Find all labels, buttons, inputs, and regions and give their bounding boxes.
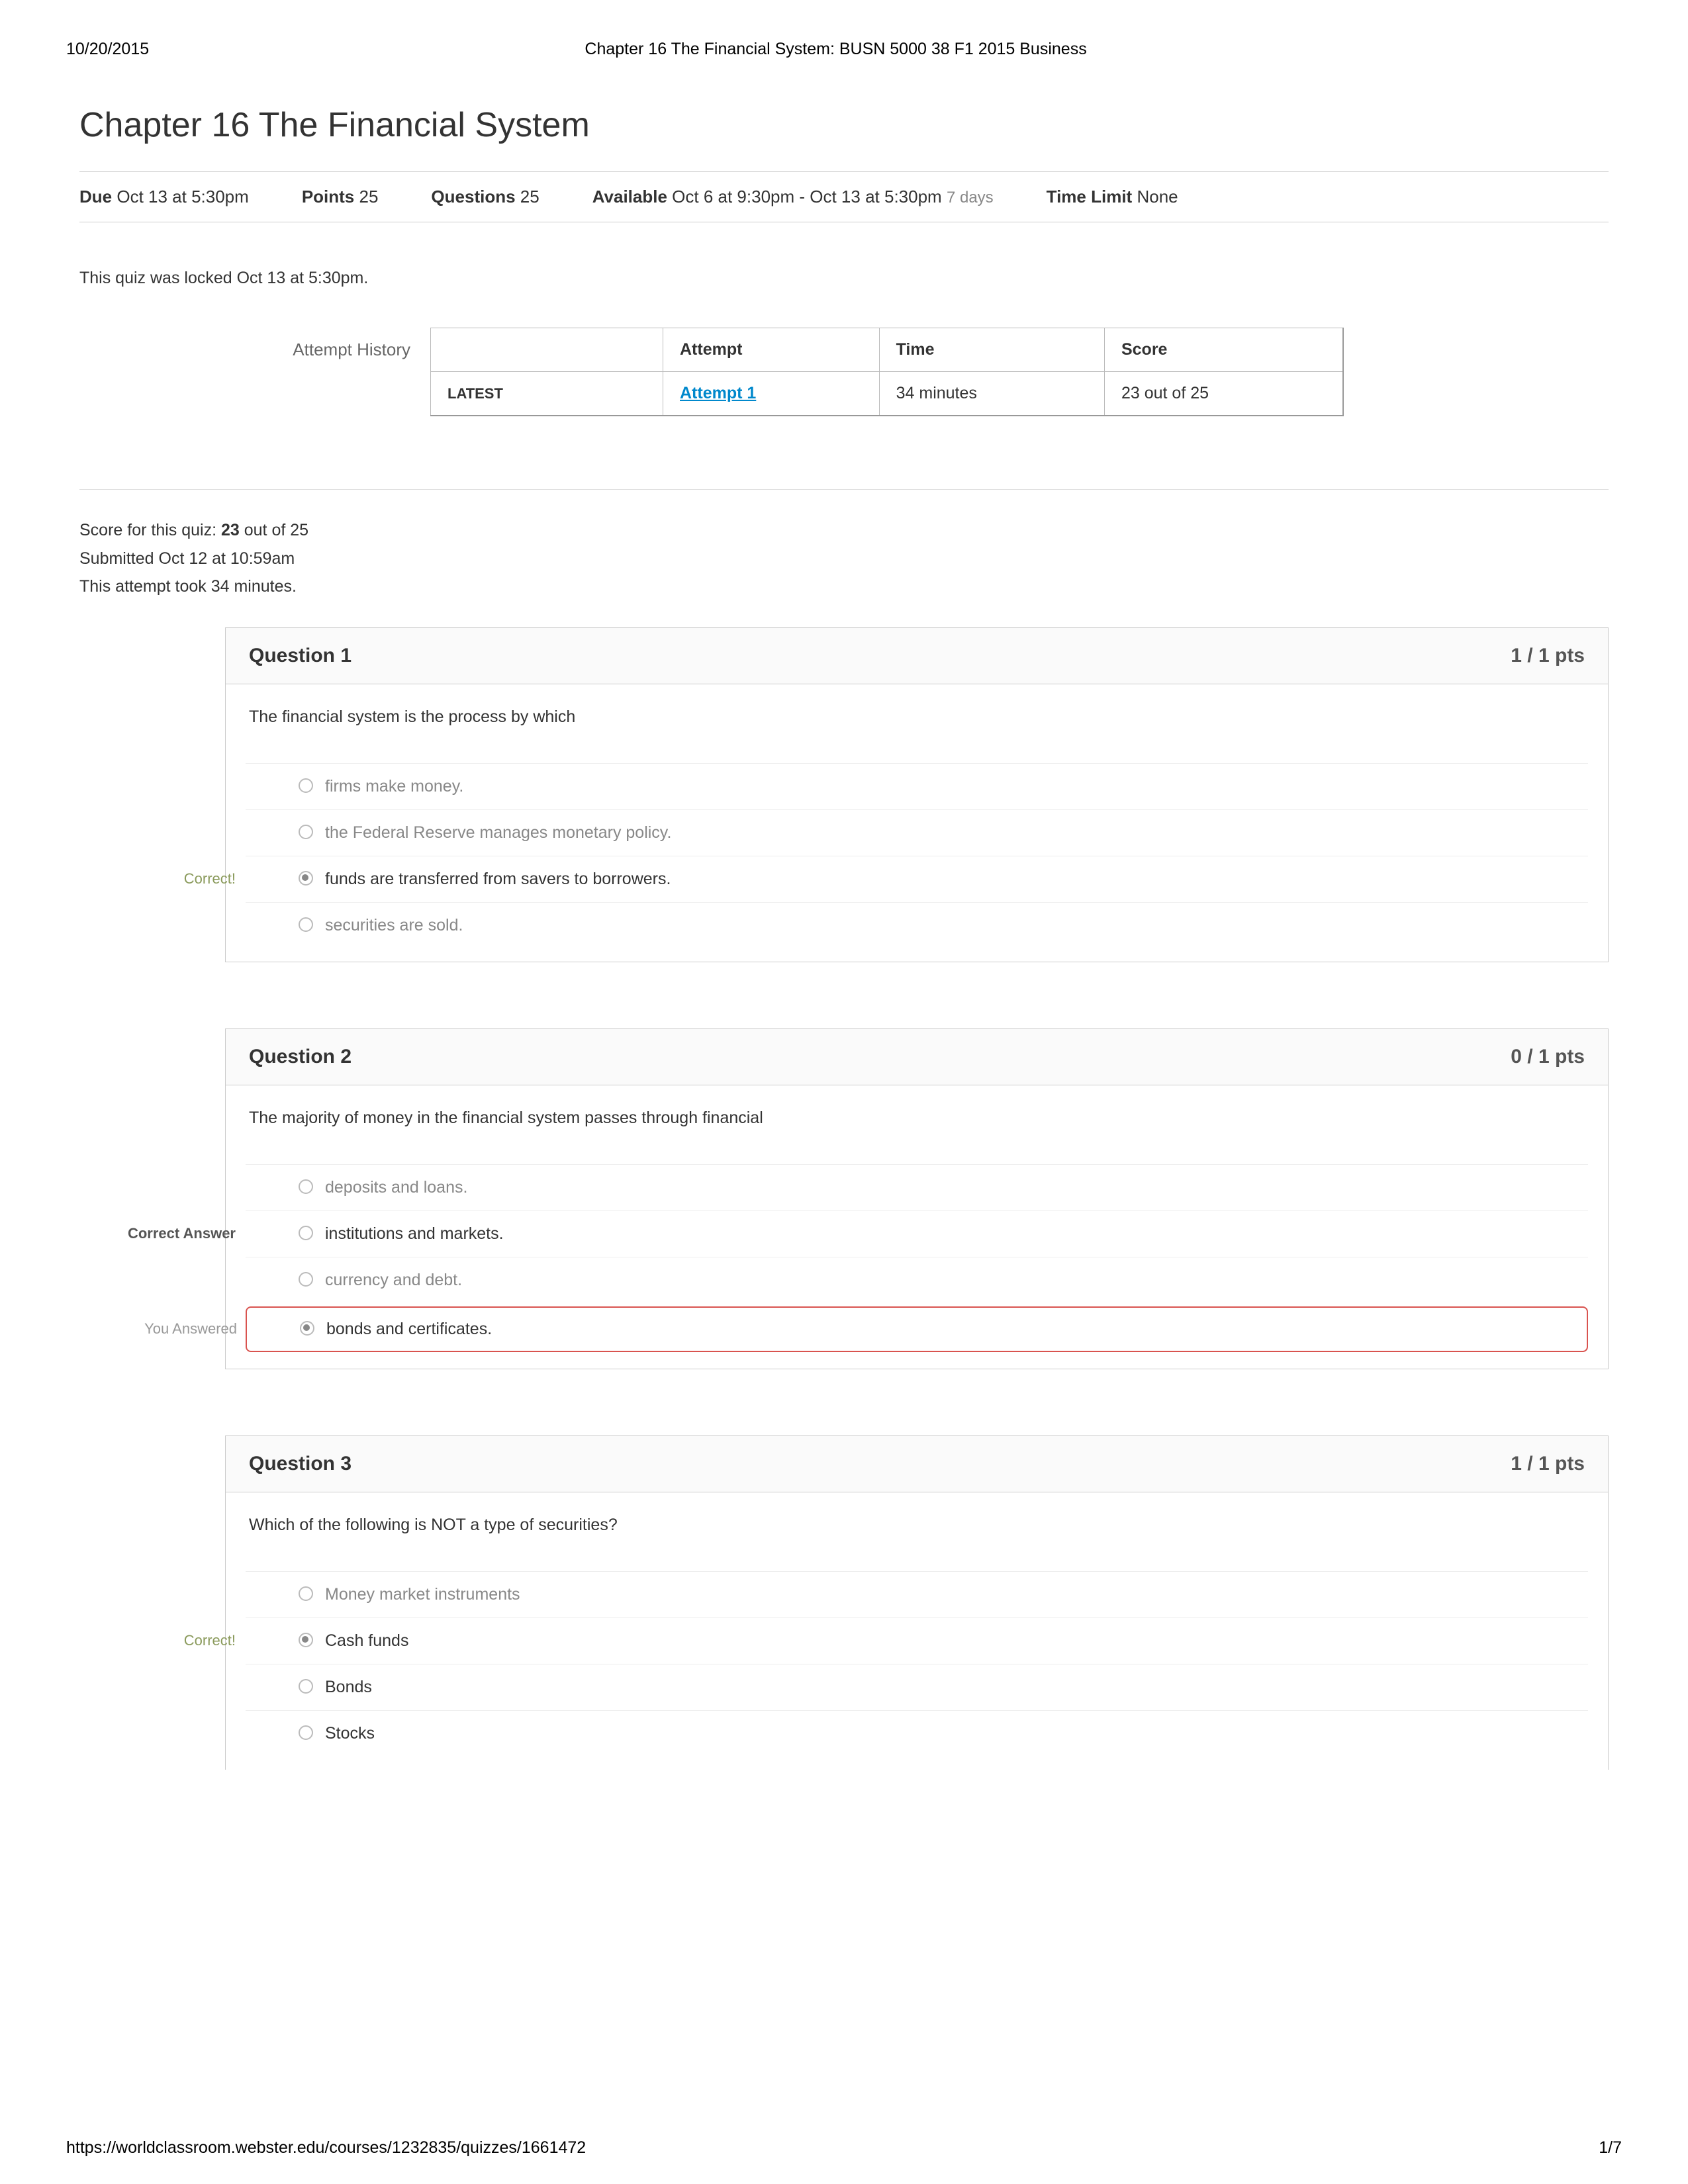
question-text: The majority of money in the financial s…: [226, 1085, 1608, 1164]
question-2: Question 2 0 / 1 pts The majority of mon…: [225, 1028, 1609, 1369]
radio-icon: [299, 1586, 313, 1601]
footer-url: https://worldclassroom.webster.edu/cours…: [66, 2138, 586, 2158]
radio-icon: [299, 1272, 313, 1287]
answer-option: firms make money.: [246, 763, 1588, 809]
answer-option: currency and debt.: [246, 1257, 1588, 1303]
radio-icon: [299, 825, 313, 839]
attempt-history-label: Attempt History: [79, 328, 430, 360]
question-1: Question 1 1 / 1 pts The financial syste…: [225, 627, 1609, 962]
radio-icon: [299, 1179, 313, 1194]
radio-filled-icon: [299, 1633, 313, 1647]
latest-badge: LATEST: [447, 385, 503, 402]
answer-option: Stocks: [246, 1710, 1588, 1756]
answer-option-selected: Correct! Cash funds: [246, 1617, 1588, 1664]
correct-label: Correct!: [97, 1632, 236, 1649]
radio-icon: [299, 1679, 313, 1694]
radio-icon: [299, 1226, 313, 1240]
question-title: Question 1: [249, 645, 352, 667]
print-footer: https://worldclassroom.webster.edu/cours…: [66, 2138, 1622, 2158]
attempt-link[interactable]: Attempt 1: [680, 384, 756, 402]
question-text: The financial system is the process by w…: [226, 684, 1608, 763]
question-points: 1 / 1 pts: [1511, 1453, 1585, 1475]
print-date: 10/20/2015: [66, 40, 149, 59]
answer-option-correct: Correct Answer institutions and markets.: [246, 1210, 1588, 1257]
print-title: Chapter 16 The Financial System: BUSN 50…: [149, 40, 1523, 59]
radio-icon: [299, 778, 313, 793]
correct-answer-label: Correct Answer: [97, 1225, 236, 1242]
radio-icon: [299, 917, 313, 932]
answer-option: securities are sold.: [246, 902, 1588, 948]
answer-option: the Federal Reserve manages monetary pol…: [246, 809, 1588, 856]
radio-filled-icon: [300, 1321, 314, 1336]
footer-page: 1/7: [1599, 2138, 1622, 2158]
question-points: 0 / 1 pts: [1511, 1046, 1585, 1068]
question-title: Question 2: [249, 1046, 352, 1068]
answer-option-wrong: You Answered bonds and certificates.: [246, 1306, 1588, 1352]
quiz-meta-bar: Due Oct 13 at 5:30pm Points 25 Questions…: [79, 171, 1609, 222]
you-answered-label: You Answered: [98, 1320, 237, 1338]
attempt-history-table: Attempt Time Score LATEST Attempt 1 34 m…: [430, 328, 1344, 416]
answer-option: Money market instruments: [246, 1571, 1588, 1617]
answer-option-selected: Correct! funds are transferred from save…: [246, 856, 1588, 902]
question-text: Which of the following is NOT a type of …: [226, 1492, 1608, 1571]
question-3: Question 3 1 / 1 pts Which of the follow…: [225, 1435, 1609, 1770]
radio-filled-icon: [299, 871, 313, 886]
print-header: 10/20/2015 Chapter 16 The Financial Syst…: [66, 40, 1622, 59]
locked-message: This quiz was locked Oct 13 at 5:30pm.: [79, 269, 1609, 288]
correct-label: Correct!: [97, 870, 236, 887]
score-summary: Score for this quiz: 23 out of 25 Submit…: [79, 516, 1609, 601]
answer-option: Bonds: [246, 1664, 1588, 1710]
question-points: 1 / 1 pts: [1511, 645, 1585, 667]
radio-icon: [299, 1725, 313, 1740]
answer-option: deposits and loans.: [246, 1164, 1588, 1210]
page-title: Chapter 16 The Financial System: [79, 105, 1609, 145]
question-title: Question 3: [249, 1453, 352, 1475]
